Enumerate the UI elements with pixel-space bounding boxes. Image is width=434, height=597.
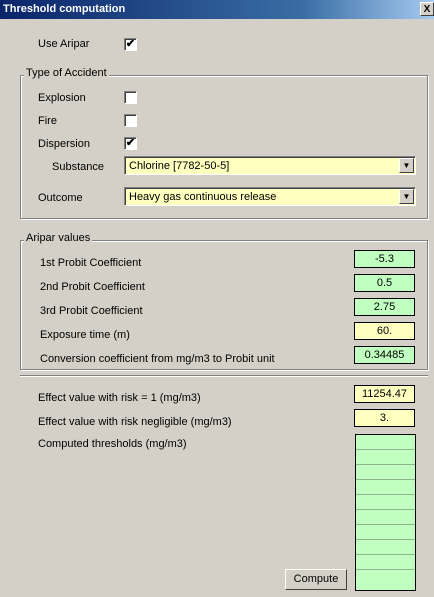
list-item[interactable]	[356, 555, 415, 570]
compute-button[interactable]: Compute	[285, 569, 347, 590]
type-of-accident-legend: Type of Accident	[24, 67, 109, 79]
list-item[interactable]	[356, 495, 415, 510]
exposure-time-field[interactable]: 60.	[354, 322, 415, 340]
fire-checkbox[interactable]	[124, 114, 137, 127]
list-item[interactable]	[356, 435, 415, 450]
close-icon[interactable]: X	[420, 2, 434, 16]
explosion-checkbox[interactable]	[124, 91, 137, 104]
dispersion-label: Dispersion	[38, 138, 90, 150]
computed-thresholds-label: Computed thresholds (mg/m3)	[38, 438, 187, 450]
substance-value: Chlorine [7782-50-5]	[129, 160, 230, 172]
dispersion-checkbox[interactable]: ✔	[124, 137, 137, 150]
aripar-values-legend: Aripar values	[24, 232, 93, 244]
outcome-select[interactable]: Heavy gas continuous release ▼	[124, 187, 416, 206]
title-bar: Threshold computation X	[0, 0, 434, 19]
effect-risk1-label: Effect value with risk = 1 (mg/m3)	[38, 392, 201, 404]
list-item[interactable]	[356, 450, 415, 465]
conversion-coefficient-field[interactable]: 0.34485	[354, 346, 415, 364]
probit-coefficient-1-field[interactable]: -5.3	[354, 250, 415, 268]
outcome-value: Heavy gas continuous release	[129, 191, 277, 203]
aripar-row-label: 1st Probit Coefficient	[40, 257, 142, 269]
window-title: Threshold computation	[3, 3, 126, 15]
list-item[interactable]	[356, 480, 415, 495]
chevron-down-icon[interactable]: ▼	[399, 158, 414, 173]
effect-negligible-label: Effect value with risk negligible (mg/m3…	[38, 416, 232, 428]
list-item[interactable]	[356, 465, 415, 480]
substance-select[interactable]: Chlorine [7782-50-5] ▼	[124, 156, 416, 175]
effect-negligible-field[interactable]: 3.	[354, 409, 415, 427]
fire-label: Fire	[38, 115, 57, 127]
aripar-row-label: Exposure time (m)	[40, 329, 130, 341]
use-aripar-checkbox[interactable]: ✔	[124, 38, 137, 51]
list-item[interactable]	[356, 510, 415, 525]
probit-coefficient-2-field[interactable]: 0.5	[354, 274, 415, 292]
aripar-row-label: Conversion coefficient from mg/m3 to Pro…	[40, 353, 275, 365]
use-aripar-label: Use Aripar	[38, 38, 90, 50]
list-item[interactable]	[356, 540, 415, 555]
computed-thresholds-list[interactable]	[355, 434, 416, 591]
chevron-down-icon[interactable]: ▼	[399, 189, 414, 204]
outcome-label: Outcome	[38, 192, 83, 204]
explosion-label: Explosion	[38, 92, 86, 104]
list-item[interactable]	[356, 570, 415, 585]
aripar-row-label: 3rd Probit Coefficient	[40, 305, 143, 317]
aripar-row-label: 2nd Probit Coefficient	[40, 281, 145, 293]
section-divider	[20, 375, 428, 377]
list-item[interactable]	[356, 525, 415, 540]
probit-coefficient-3-field[interactable]: 2.75	[354, 298, 415, 316]
effect-risk1-field[interactable]: 11254.47	[354, 385, 415, 403]
substance-label: Substance	[52, 161, 104, 173]
